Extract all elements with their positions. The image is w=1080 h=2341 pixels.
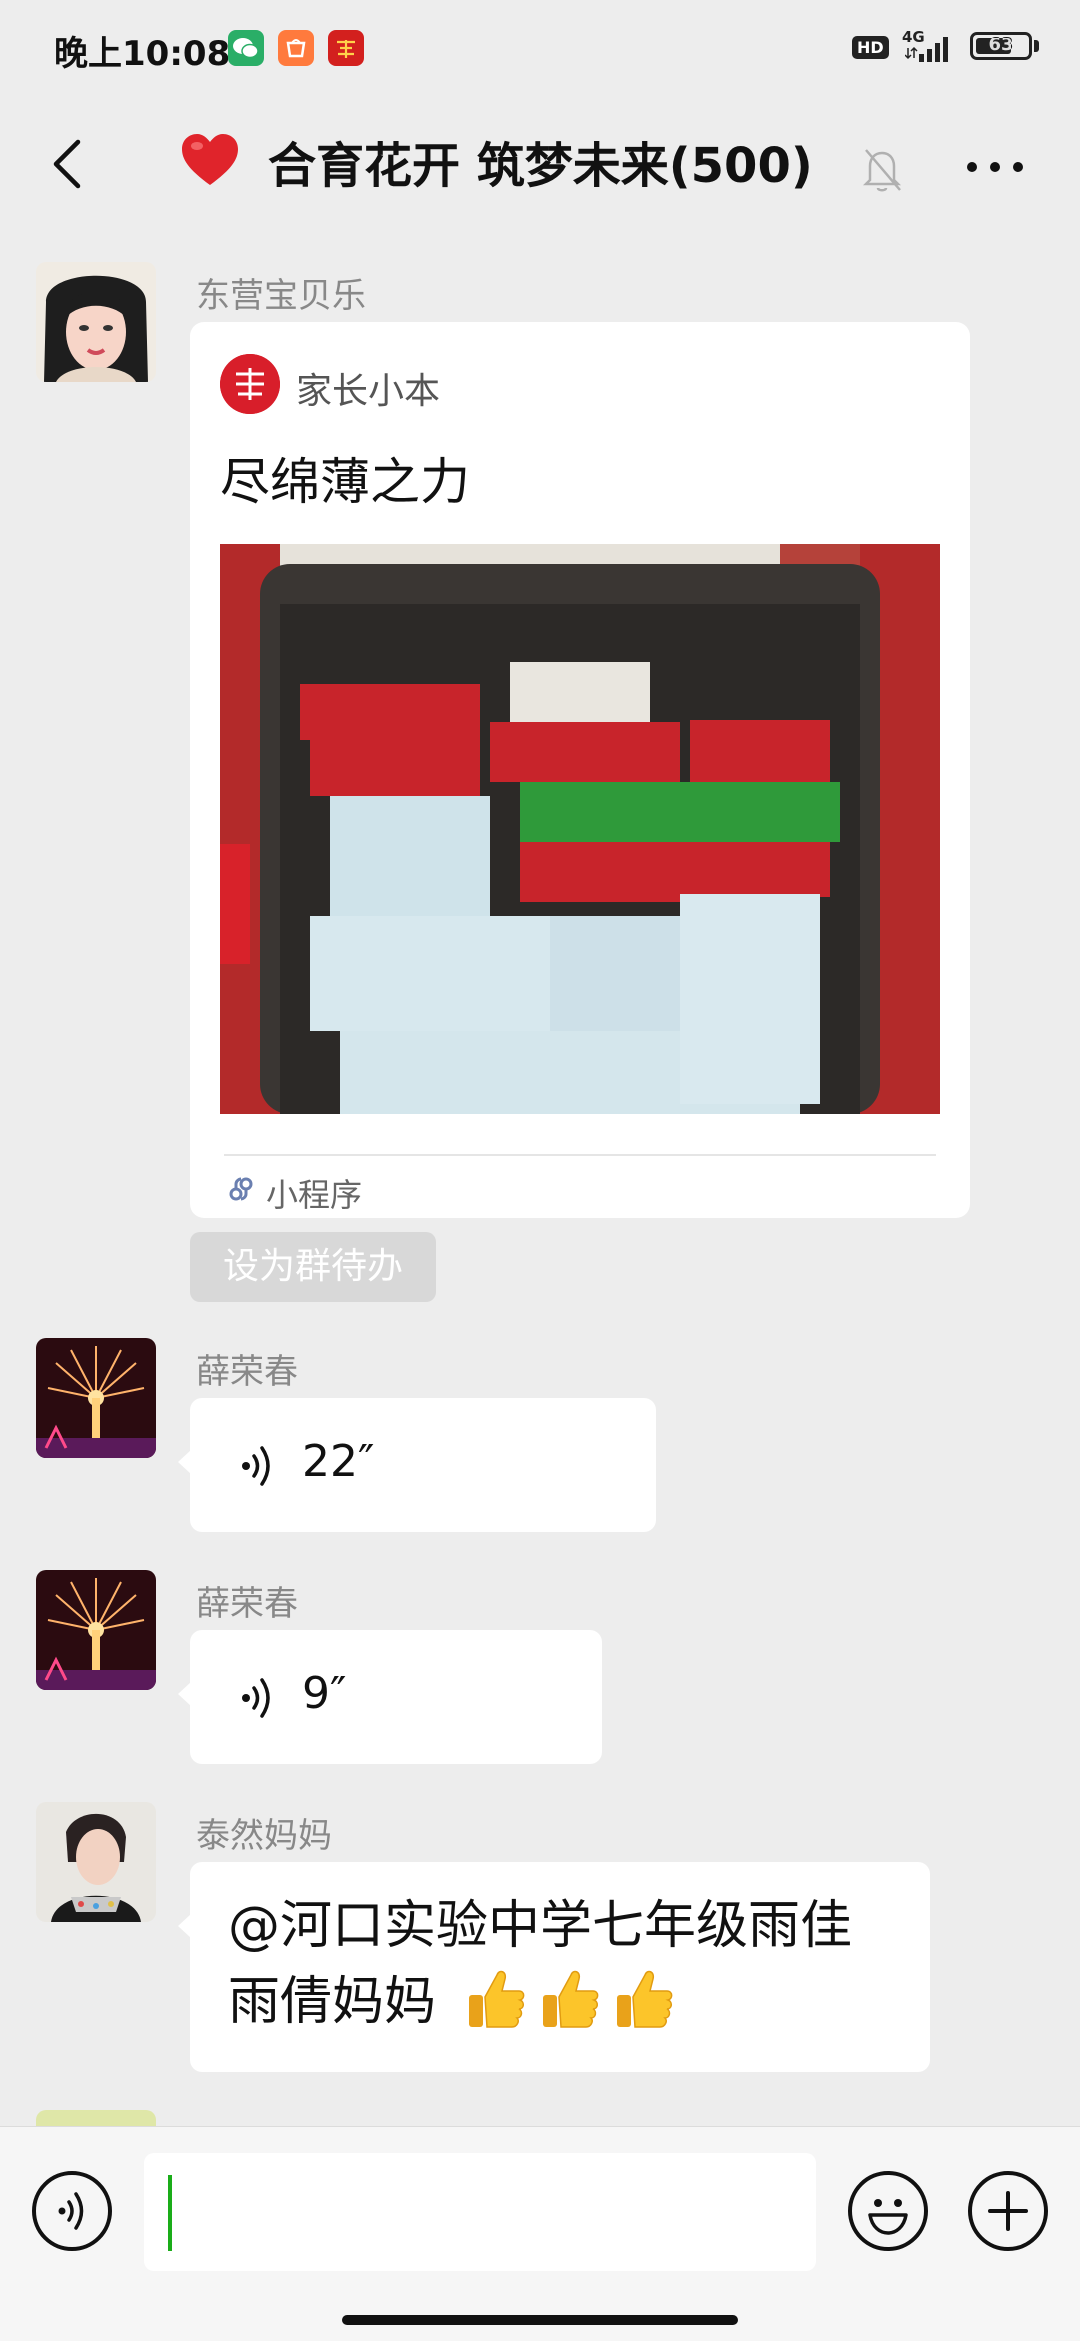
page-title: 合育花开 筑梦未来(500) [268, 138, 813, 194]
thumbs-up-icon [468, 1970, 524, 2028]
hd-badge: HD [852, 36, 889, 59]
sender-name: 薛荣春 [196, 1584, 298, 1624]
avatar[interactable] [36, 1338, 156, 1458]
status-bar: 晚上10:08 HD 4G 63 [0, 0, 1080, 96]
voice-message[interactable]: 9″ [178, 1630, 602, 1764]
more-options-button[interactable] [960, 152, 1030, 182]
voice-input-toggle[interactable] [32, 2171, 112, 2251]
set-group-todo-button[interactable]: 设为群待办 [190, 1232, 436, 1302]
card-source: 家长小本 [296, 371, 441, 412]
battery-icon: 63 [970, 32, 1032, 60]
status-time: 晚上10:08 [54, 34, 231, 74]
taobao-icon [278, 30, 314, 66]
voice-duration: 9″ [302, 1668, 347, 1719]
mute-bell-icon [862, 149, 902, 192]
wechat-icon [228, 30, 264, 66]
xuexi-icon [328, 30, 364, 66]
battery-cap [1034, 40, 1039, 52]
avatar[interactable] [36, 262, 156, 382]
home-indicator[interactable] [342, 2315, 738, 2325]
thumbs-up-icon [542, 1970, 598, 2028]
battery-level: 63 [988, 34, 1014, 55]
message-text-block: @河口实验中学七年级雨佳雨倩妈妈 [228, 1888, 900, 2040]
avatar[interactable] [36, 1570, 156, 1690]
sender-name: 薛荣春 [196, 1352, 298, 1392]
voice-duration: 22″ [302, 1436, 375, 1487]
sender-name: 泰然妈妈 [196, 1816, 332, 1856]
card-title: 尽绵薄之力 [220, 453, 470, 511]
card-photo [220, 544, 940, 1114]
thumbs-up-icon [616, 1970, 672, 2028]
card-type-label: 小程序 [266, 1176, 363, 1214]
card-divider [224, 1154, 936, 1156]
message-input[interactable] [144, 2153, 816, 2271]
chat-title-area[interactable]: 合育花开 筑梦未来(500) [178, 126, 813, 196]
text-message[interactable]: @河口实验中学七年级雨佳雨倩妈妈 [178, 1862, 930, 2072]
mini-program-card[interactable]: 家长小本 尽绵薄之力 小程序 [190, 322, 970, 1218]
more-functions-button[interactable] [968, 2171, 1048, 2251]
signal-icon [905, 37, 948, 62]
avatar[interactable] [36, 2110, 156, 2126]
chat-header: 合育花开 筑梦未来(500) [0, 96, 1080, 246]
heart-icon [182, 134, 238, 185]
voice-wave-icon [242, 1446, 270, 1486]
text-caret [168, 2175, 172, 2251]
back-button[interactable] [40, 134, 100, 194]
voice-wave-icon [242, 1678, 270, 1718]
emoji-button[interactable] [848, 2171, 928, 2251]
input-bar [0, 2126, 1080, 2341]
jiazhang-xiaoben-logo [220, 354, 280, 414]
sender-name: 东营宝贝乐 [196, 276, 366, 316]
mini-program-icon [229, 1177, 253, 1201]
voice-message[interactable]: 22″ [178, 1398, 656, 1532]
avatar[interactable] [36, 1802, 156, 1922]
